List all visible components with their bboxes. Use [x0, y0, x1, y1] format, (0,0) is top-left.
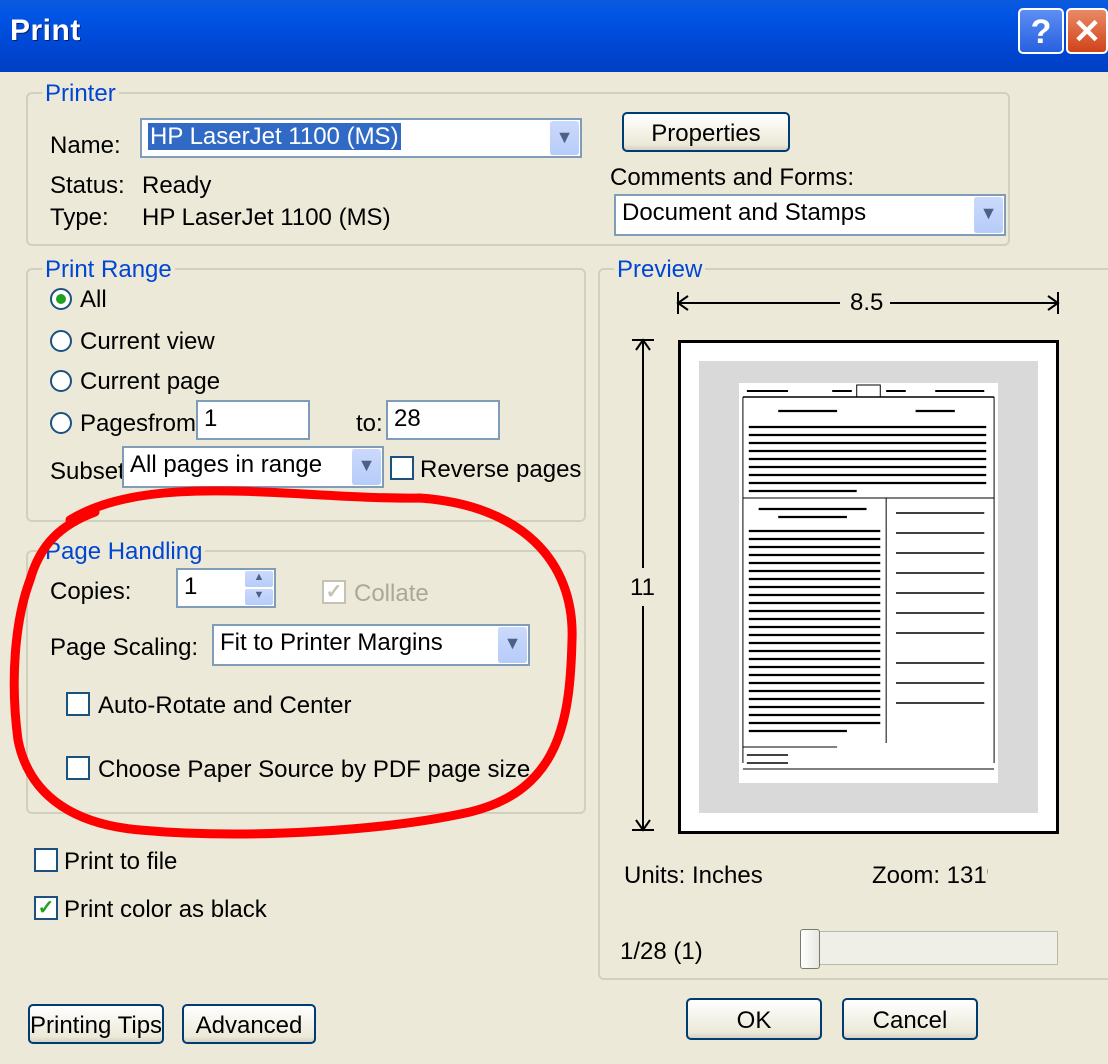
preview-slider-thumb[interactable]: [800, 929, 820, 969]
preview-width-label: 8.5: [850, 289, 884, 316]
preview-printable-area: [699, 361, 1038, 813]
preview-paper: [678, 340, 1059, 834]
preview-page-thumbnail: [739, 383, 998, 783]
printing-tips-button[interactable]: Printing Tips: [28, 1004, 164, 1044]
page-indicator: 1/28 (1): [620, 938, 703, 965]
zoom-label: Zoom: 131%: [872, 862, 988, 889]
advanced-button[interactable]: Advanced: [182, 1004, 316, 1044]
ok-button[interactable]: OK: [686, 998, 822, 1040]
units-label: Units: Inches: [624, 862, 763, 889]
preview-page-content: [742, 384, 995, 770]
cancel-button[interactable]: Cancel: [842, 998, 978, 1040]
preview-page-slider[interactable]: [805, 931, 1058, 965]
preview-height-label: 11: [630, 574, 655, 601]
